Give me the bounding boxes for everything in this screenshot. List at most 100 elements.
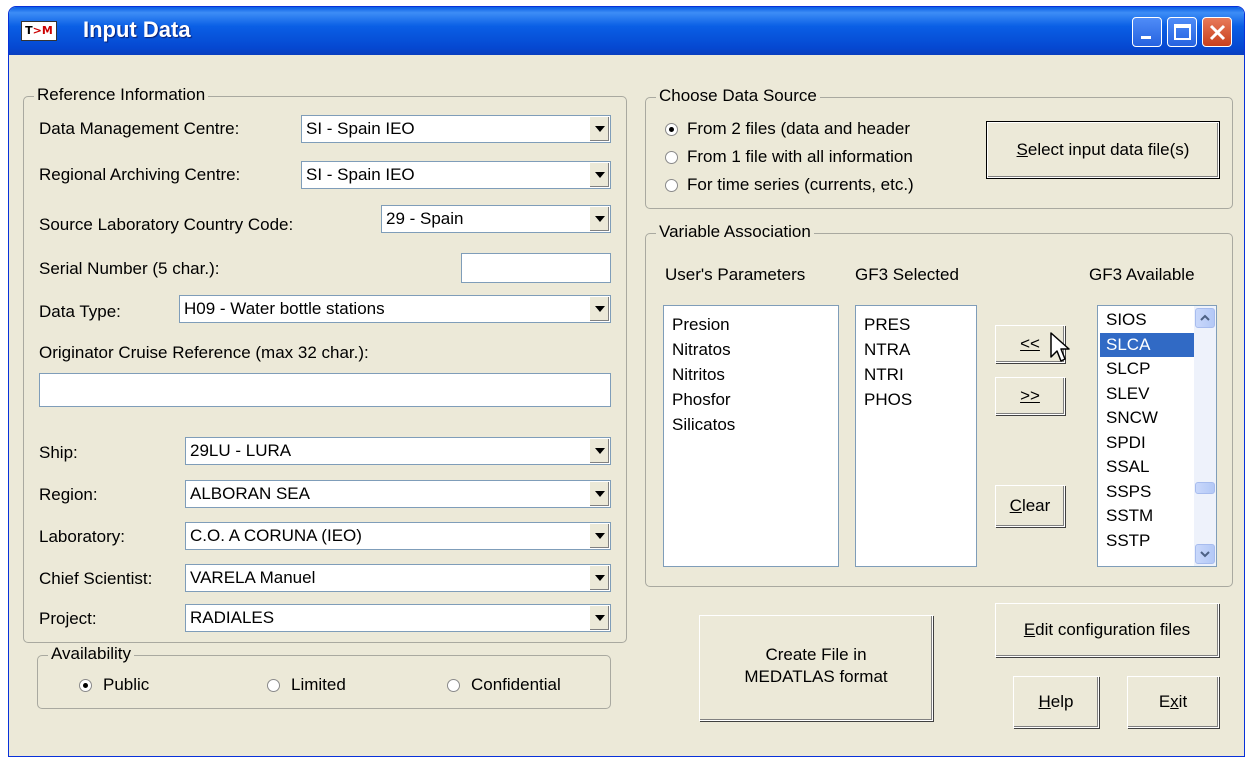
rac-value: SI - Spain IEO [306, 165, 415, 184]
list-item[interactable]: NTRA [856, 337, 976, 362]
availability-confidential-radio[interactable] [447, 679, 460, 692]
country-code-select[interactable]: 29 - Spain [381, 205, 611, 233]
dropdown-arrow-icon[interactable] [589, 439, 609, 463]
exit-button[interactable]: Exit [1127, 676, 1219, 728]
availability-public-label[interactable]: Public [103, 675, 149, 695]
dmc-value: SI - Spain IEO [306, 119, 415, 138]
dropdown-arrow-icon[interactable] [589, 524, 609, 548]
serial-number-input[interactable] [461, 253, 611, 283]
list-item[interactable]: Phosfor [664, 387, 838, 412]
title-bar[interactable]: T>M Input Data [9, 7, 1244, 55]
exit-label-end: it [1178, 692, 1188, 711]
availability-label: Availability [48, 644, 135, 664]
list-item-selected[interactable]: SLCA [1100, 332, 1194, 357]
remove-variable-label: >> [1020, 386, 1040, 405]
clear-button-label: lear [1021, 496, 1051, 515]
gf3-available-list[interactable]: SIOS SLCA SLCP SLEV SNCW SPDI SSAL SSPS … [1097, 305, 1217, 567]
list-item[interactable]: SNCW [1100, 406, 1194, 431]
project-select[interactable]: RADIALES [185, 604, 611, 632]
dmc-label: Data Management Centre: [39, 119, 240, 138]
data-type-label: Data Type: [39, 302, 121, 321]
clear-button[interactable]: Clear [995, 485, 1065, 527]
edit-config-label: dit configuration files [1035, 620, 1191, 639]
select-mnemonic: S [1016, 140, 1028, 159]
source-two-files-label[interactable]: From 2 files (data and header [687, 119, 910, 139]
close-icon [1209, 24, 1226, 41]
source-one-file-radio[interactable] [665, 151, 678, 164]
exit-mnemonic: x [1170, 692, 1179, 711]
laboratory-select[interactable]: C.O. A CORUNA (IEO) [185, 522, 611, 550]
chief-scientist-label: Chief Scientist: [39, 569, 153, 588]
minimize-button[interactable] [1132, 17, 1162, 47]
users-parameters-list[interactable]: Presion Nitratos Nitritos Phosfor Silica… [663, 305, 839, 567]
chief-scientist-value: VARELA Manuel [190, 568, 316, 587]
list-item[interactable]: SSTP [1100, 529, 1194, 554]
dropdown-arrow-icon[interactable] [589, 163, 609, 187]
gf3-available-scrollbar[interactable] [1194, 306, 1216, 566]
chief-scientist-select[interactable]: VARELA Manuel [185, 564, 611, 592]
list-item[interactable]: SSPS [1100, 480, 1194, 505]
rac-label: Regional Archiving Centre: [39, 165, 241, 184]
serial-number-label: Serial Number (5 char.): [39, 259, 220, 278]
list-item[interactable]: SLCP [1100, 357, 1194, 382]
list-item[interactable]: Silicatos [664, 412, 838, 437]
list-item[interactable]: SSAL [1100, 455, 1194, 480]
list-item[interactable]: NTRI [856, 362, 976, 387]
ship-label: Ship: [39, 443, 78, 462]
gf3-selected-list[interactable]: PRES NTRA NTRI PHOS [855, 305, 977, 567]
maximize-icon [1174, 24, 1191, 40]
rac-select[interactable]: SI - Spain IEO [301, 161, 611, 189]
dmc-select[interactable]: SI - Spain IEO [301, 115, 611, 143]
list-item[interactable]: SSTM [1100, 504, 1194, 529]
region-label: Region: [39, 485, 98, 504]
source-time-series-radio[interactable] [665, 179, 678, 192]
help-mnemonic: H [1038, 692, 1051, 711]
gf3-available-header: GF3 Available [1089, 265, 1195, 284]
region-select[interactable]: ALBORAN SEA [185, 480, 611, 508]
cruise-reference-input[interactable] [39, 373, 611, 407]
source-two-files-radio[interactable] [665, 123, 678, 136]
add-variable-label: << [1020, 334, 1040, 353]
list-item[interactable]: SPDI [1100, 431, 1194, 456]
list-item[interactable]: Presion [664, 312, 838, 337]
maximize-button[interactable] [1167, 17, 1197, 47]
close-button[interactable] [1202, 17, 1232, 47]
list-item[interactable]: PRES [856, 312, 976, 337]
dropdown-arrow-icon[interactable] [589, 117, 609, 141]
list-item[interactable]: SIOS [1100, 308, 1194, 333]
ship-value: 29LU - LURA [190, 441, 292, 460]
scroll-up-button[interactable] [1195, 308, 1215, 328]
create-medatlas-file-button[interactable]: Create File in MEDATLAS format [699, 615, 933, 721]
list-item[interactable]: Nitritos [664, 362, 838, 387]
edit-mnemonic: E [1023, 620, 1036, 639]
dropdown-arrow-icon[interactable] [589, 566, 609, 590]
source-time-series-label[interactable]: For time series (currents, etc.) [687, 175, 914, 195]
clear-mnemonic: C [1009, 496, 1022, 515]
availability-limited-radio[interactable] [267, 679, 280, 692]
dropdown-arrow-icon[interactable] [589, 297, 609, 321]
dropdown-arrow-icon[interactable] [589, 207, 609, 231]
exit-label-start: E [1158, 692, 1171, 711]
remove-variable-button[interactable]: >> [995, 377, 1065, 415]
create-file-line2: MEDATLAS format [744, 667, 888, 686]
minimize-icon [1141, 36, 1151, 39]
list-item[interactable]: SLEV [1100, 382, 1194, 407]
dropdown-arrow-icon[interactable] [589, 482, 609, 506]
scroll-down-button[interactable] [1195, 544, 1215, 564]
list-item[interactable]: PHOS [856, 387, 976, 412]
dropdown-arrow-icon[interactable] [589, 606, 609, 630]
project-value: RADIALES [190, 608, 275, 627]
source-one-file-label[interactable]: From 1 file with all information [687, 147, 913, 167]
help-button[interactable]: Help [1013, 676, 1099, 728]
select-input-files-button[interactable]: Select input data file(s) [986, 121, 1220, 179]
availability-public-radio[interactable] [79, 679, 92, 692]
edit-configuration-files-button[interactable]: Edit configuration files [995, 603, 1219, 657]
country-code-label: Source Laboratory Country Code: [39, 215, 294, 234]
availability-confidential-label[interactable]: Confidential [471, 675, 561, 695]
data-type-select[interactable]: H09 - Water bottle stations [179, 295, 611, 323]
availability-limited-label[interactable]: Limited [291, 675, 346, 695]
scroll-thumb[interactable] [1195, 482, 1215, 494]
app-icon: T>M [21, 21, 57, 41]
list-item[interactable]: Nitratos [664, 337, 838, 362]
ship-select[interactable]: 29LU - LURA [185, 437, 611, 465]
